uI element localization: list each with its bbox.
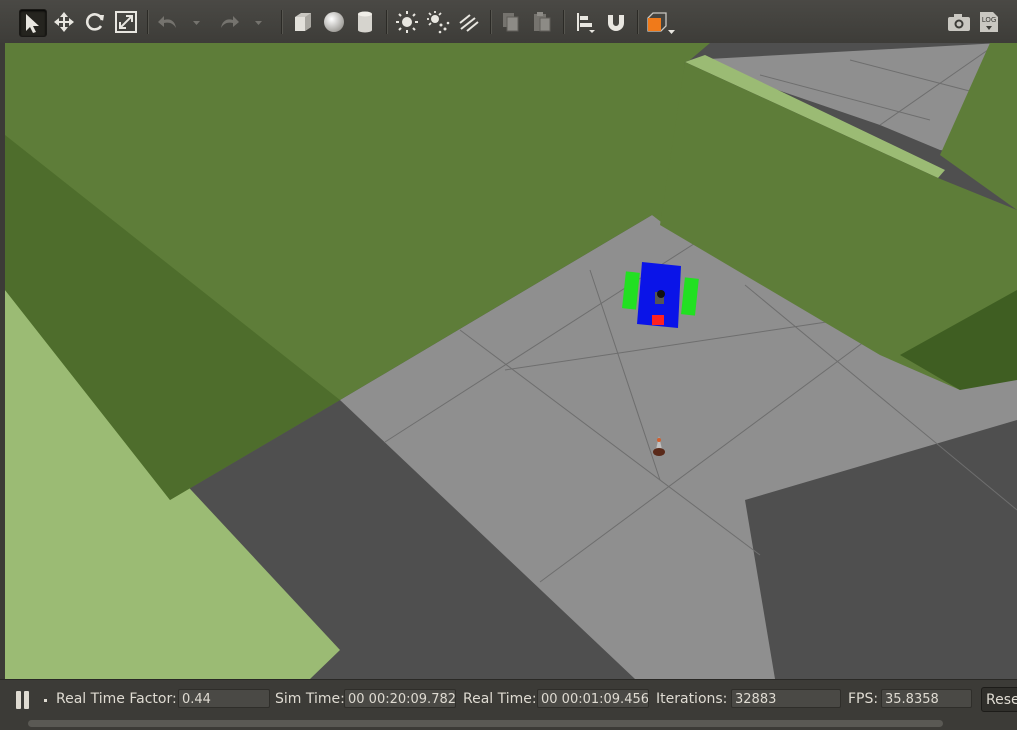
screenshot-icon	[948, 14, 970, 31]
real-time-factor-label: Real Time Factor:	[56, 691, 177, 707]
point-light-button[interactable]	[394, 9, 420, 35]
copy-icon	[503, 13, 519, 32]
real-time-factor-field: 0.44	[178, 689, 270, 708]
snap-button[interactable]	[603, 9, 629, 35]
fps-label: FPS:	[848, 691, 879, 707]
real-time-label: Real Time:	[463, 691, 537, 707]
redo-dropdown-icon	[255, 21, 262, 25]
cylinder-shape-icon	[358, 11, 372, 33]
toolbar-separator	[563, 10, 565, 34]
redo-icon	[221, 16, 239, 28]
undo-dropdown-button[interactable]	[189, 9, 205, 35]
select-mode-icon	[26, 14, 39, 33]
log-button[interactable]: LOG	[976, 9, 1002, 35]
toolbar: LOG	[0, 0, 1017, 45]
view-angle-button[interactable]	[644, 9, 678, 35]
paste-button[interactable]	[529, 9, 555, 35]
box-shape-button[interactable]	[290, 9, 316, 35]
redo-button[interactable]	[216, 9, 242, 35]
cylinder-shape-button[interactable]	[352, 9, 378, 35]
pause-button[interactable]	[14, 691, 32, 711]
sim-time-label: Sim Time:	[275, 691, 345, 707]
scale-mode-button[interactable]	[113, 9, 139, 35]
point-light-icon	[396, 11, 418, 33]
toolbar-separator	[386, 10, 388, 34]
log-icon: LOG	[980, 12, 998, 32]
snap-icon	[608, 15, 624, 31]
fps-field: 35.8358	[881, 689, 972, 708]
translate-mode-icon	[54, 12, 74, 32]
horizontal-scrollbar[interactable]	[28, 720, 943, 727]
align-button[interactable]	[572, 9, 598, 35]
select-mode-button[interactable]	[19, 9, 47, 37]
iterations-label: Iterations:	[656, 691, 728, 707]
toolbar-separator	[147, 10, 149, 34]
undo-button[interactable]	[155, 9, 181, 35]
align-icon	[577, 13, 595, 33]
log-label: LOG	[982, 16, 997, 24]
sphere-shape-icon	[324, 12, 344, 32]
directional-light-button[interactable]	[456, 9, 482, 35]
scale-mode-icon	[115, 11, 137, 33]
copy-button[interactable]	[498, 9, 524, 35]
toolbar-separator	[490, 10, 492, 34]
undo-dropdown-icon	[193, 21, 200, 25]
translate-mode-button[interactable]	[51, 9, 77, 35]
spot-light-button[interactable]	[425, 9, 451, 35]
sim-time-field: 00 00:20:09.782	[344, 689, 456, 708]
spot-light-icon	[427, 11, 450, 34]
reset-time-button[interactable]: Reset	[981, 687, 1017, 712]
status-bar: Real Time Factor: 0.44 Sim Time: 00 00:2…	[0, 679, 1017, 730]
iterations-field: 32883	[731, 689, 841, 708]
pause-icon	[24, 691, 29, 709]
redo-dropdown-button[interactable]	[251, 9, 267, 35]
step-indicator	[44, 699, 47, 702]
scene-viewport[interactable]	[5, 43, 1017, 679]
real-time-field: 00 00:01:09.456	[537, 689, 649, 708]
scene-render	[5, 43, 1017, 679]
sphere-shape-button[interactable]	[321, 9, 347, 35]
view-angle-icon	[647, 12, 675, 34]
screenshot-button[interactable]	[946, 9, 972, 35]
paste-icon	[534, 12, 551, 32]
pause-icon	[16, 691, 21, 709]
rotate-mode-button[interactable]	[82, 9, 108, 35]
toolbar-separator	[281, 10, 283, 34]
directional-light-icon	[459, 14, 479, 32]
toolbar-separator	[637, 10, 639, 34]
box-shape-icon	[295, 13, 311, 31]
undo-icon	[158, 16, 176, 28]
rotate-mode-icon	[86, 13, 104, 31]
